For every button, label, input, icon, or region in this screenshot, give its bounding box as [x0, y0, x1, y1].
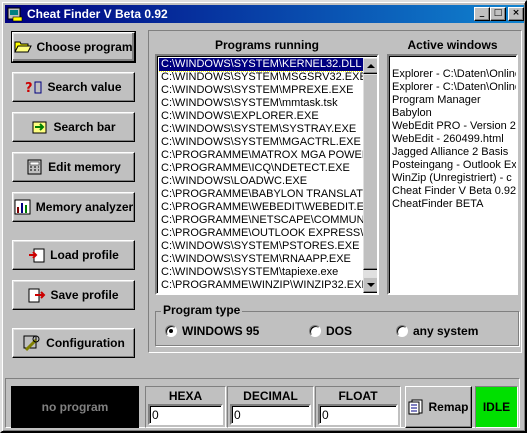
configuration-button[interactable]: Configuration — [12, 328, 135, 358]
program-list-item[interactable]: C:\PROGRAMME\ICQ\NDETECT.EXE — [159, 162, 363, 175]
program-list-item[interactable]: C:\PROGRAMME\NETSCAPE\COMMUNICATOR — [159, 214, 363, 227]
window-title: Cheat Finder V Beta 0.92 — [27, 7, 168, 21]
load-profile-button[interactable]: Load profile — [12, 240, 135, 270]
program-list-item[interactable]: C:\WINDOWS\SYSTEM\MPREXE.EXE — [159, 84, 363, 97]
program-list-item[interactable]: C:\WINDOWS\LOADWC.EXE — [159, 175, 363, 188]
programs-running-heading: Programs running — [214, 38, 319, 52]
program-list-item[interactable]: C:\PROGRAMME\WINZIP\WINZIP32.EXE — [159, 279, 363, 292]
program-list-item[interactable]: C:\PROGRAMME\OUTLOOK EXPRESS\MSIMN — [159, 227, 363, 240]
memory-analyzer-button[interactable]: Memory analyzer — [12, 192, 135, 222]
program-list-item[interactable]: C:\WINDOWS\SYSTEM\MGACTRL.EXE — [159, 136, 363, 149]
maximize-button[interactable]: □ — [490, 7, 506, 21]
decimal-input[interactable] — [230, 404, 311, 425]
save-profile-button[interactable]: Save profile — [12, 280, 135, 310]
search-bar-icon — [32, 121, 47, 134]
configuration-label: Configuration — [46, 336, 125, 350]
programs-list-items: C:\WINDOWS\SYSTEM\KERNEL32.DLL C:\WINDOWS… — [159, 58, 363, 293]
radio-dos[interactable]: DOS — [309, 324, 352, 338]
document-icon — [408, 399, 423, 415]
choose-program-label: Choose program — [36, 40, 133, 54]
edit-memory-button[interactable]: Edit memory — [12, 152, 135, 182]
minimize-button[interactable]: _ — [474, 7, 490, 21]
window-list-item[interactable]: Cheat Finder V Beta 0.92 — [389, 185, 516, 198]
arrow-down-icon — [367, 283, 375, 287]
decimal-label: DECIMAL — [243, 389, 298, 403]
window-list-item[interactable]: WinZip (Unregistriert) - c — [389, 172, 516, 185]
program-list-item[interactable]: C:\PROGRAMME\MATROX MGA POWERDESK — [159, 149, 363, 162]
float-group: FLOAT — [315, 386, 401, 428]
edit-memory-label: Edit memory — [48, 160, 121, 174]
float-input[interactable] — [318, 404, 398, 425]
program-list-item[interactable]: C:\WINDOWS\SYSTEM\RNAAPP.EXE — [159, 253, 363, 266]
program-list-item[interactable]: C:\WINDOWS\SYSTEM\tapiexe.exe — [159, 266, 363, 279]
program-list-item[interactable]: C:\WINDOWS\SYSTEM\KERNEL32.DLL — [159, 58, 363, 72]
memory-analyzer-label: Memory analyzer — [35, 200, 134, 214]
close-button[interactable]: × — [508, 7, 524, 21]
tools-icon — [23, 335, 40, 352]
program-list-item[interactable]: C:\WINDOWS\SYSTEM\mmtask.tsk — [159, 97, 363, 110]
program-list-item[interactable]: C:\PROGRAMME\CHEATFINDER\CHEATFINDER — [159, 292, 363, 293]
window-list-item[interactable]: Explorer - C:\Daten\Online — [389, 68, 516, 81]
scroll-down-button[interactable] — [363, 277, 377, 293]
folder-open-icon — [14, 41, 33, 53]
programs-scrollbar[interactable] — [363, 58, 377, 293]
scroll-up-button[interactable] — [363, 58, 377, 74]
search-value-label: Search value — [47, 80, 122, 94]
window-list-item[interactable]: Posteingang - Outlook Express — [389, 159, 516, 172]
radio-any-system[interactable]: any system — [396, 324, 478, 338]
save-arrow-icon — [28, 288, 46, 303]
radio-any-system-circle — [396, 325, 408, 337]
arrow-up-icon — [367, 64, 375, 68]
program-list-item[interactable]: C:\PROGRAMME\WEBEDIT\WEBEDIT.EXE — [159, 201, 363, 214]
radio-any-system-label: any system — [413, 324, 479, 338]
load-profile-label: Load profile — [50, 248, 119, 262]
svg-text:?: ? — [25, 81, 33, 95]
calculator-icon — [27, 159, 42, 175]
decimal-group: DECIMAL — [227, 386, 314, 428]
window-list-item[interactable]: Program Manager — [389, 94, 516, 107]
app-icon — [7, 7, 23, 22]
window-list-item[interactable]: Explorer - C:\Daten\Online — [389, 81, 516, 94]
active-windows-heading: Active windows — [407, 38, 498, 52]
window-list-item[interactable]: CheatFinder BETA — [389, 198, 516, 211]
program-type-legend: Program type — [161, 303, 243, 317]
question-icon: ? — [25, 81, 42, 95]
choose-program-button[interactable]: Choose program — [11, 31, 136, 63]
active-windows-list[interactable]: Explorer - C:\Daten\Online Explorer - C:\… — [387, 54, 518, 295]
radio-dos-circle — [309, 325, 321, 337]
radio-dos-label: DOS — [326, 324, 353, 338]
program-list-item[interactable]: C:\PROGRAMME\BABYLON TRANSLATOR — [159, 188, 363, 201]
search-bar-button[interactable]: Search bar — [12, 112, 135, 142]
float-label: FLOAT — [338, 389, 378, 403]
hexa-input[interactable] — [148, 404, 223, 425]
idle-indicator: IDLE — [475, 386, 518, 428]
program-list-item[interactable]: C:\WINDOWS\SYSTEM\PSTORES.EXE — [159, 240, 363, 253]
title-bar[interactable]: Cheat Finder V Beta 0.92 _ □ × — [5, 5, 524, 23]
search-value-button[interactable]: ? Search value — [12, 72, 135, 102]
load-arrow-icon — [29, 248, 45, 263]
remap-label: Remap — [428, 400, 469, 414]
program-type-group: Program type WINDOWS 95 DOS any system — [155, 303, 519, 346]
programs-list[interactable]: C:\WINDOWS\SYSTEM\KERNEL32.DLL C:\WINDOWS… — [155, 54, 379, 295]
hexa-group: HEXA — [145, 386, 226, 428]
radio-windows95-label: WINDOWS 95 — [182, 324, 260, 338]
scroll-thumb[interactable] — [363, 74, 377, 270]
window-list-item[interactable]: Babylon — [389, 107, 516, 120]
radio-windows95-circle — [165, 325, 177, 337]
program-list-item[interactable]: C:\WINDOWS\SYSTEM\MSGSRV32.EXE — [159, 71, 363, 84]
program-status: no program — [11, 386, 139, 428]
save-profile-label: Save profile — [50, 288, 119, 302]
bar-chart-icon — [14, 199, 31, 215]
program-list-item[interactable]: C:\WINDOWS\EXPLORER.EXE — [159, 110, 363, 123]
program-list-item[interactable]: C:\WINDOWS\SYSTEM\SYSTRAY.EXE — [159, 123, 363, 136]
radio-windows95[interactable]: WINDOWS 95 — [165, 324, 259, 338]
remap-button[interactable]: Remap — [405, 386, 472, 428]
search-bar-label: Search bar — [53, 120, 116, 134]
window-list-item[interactable]: Jagged Alliance 2 Basis — [389, 146, 516, 159]
hexa-label: HEXA — [168, 389, 203, 403]
window-list-item[interactable]: WebEdit PRO - Version 2 — [389, 120, 516, 133]
window-list-item[interactable]: WebEdit - 260499.html — [389, 133, 516, 146]
